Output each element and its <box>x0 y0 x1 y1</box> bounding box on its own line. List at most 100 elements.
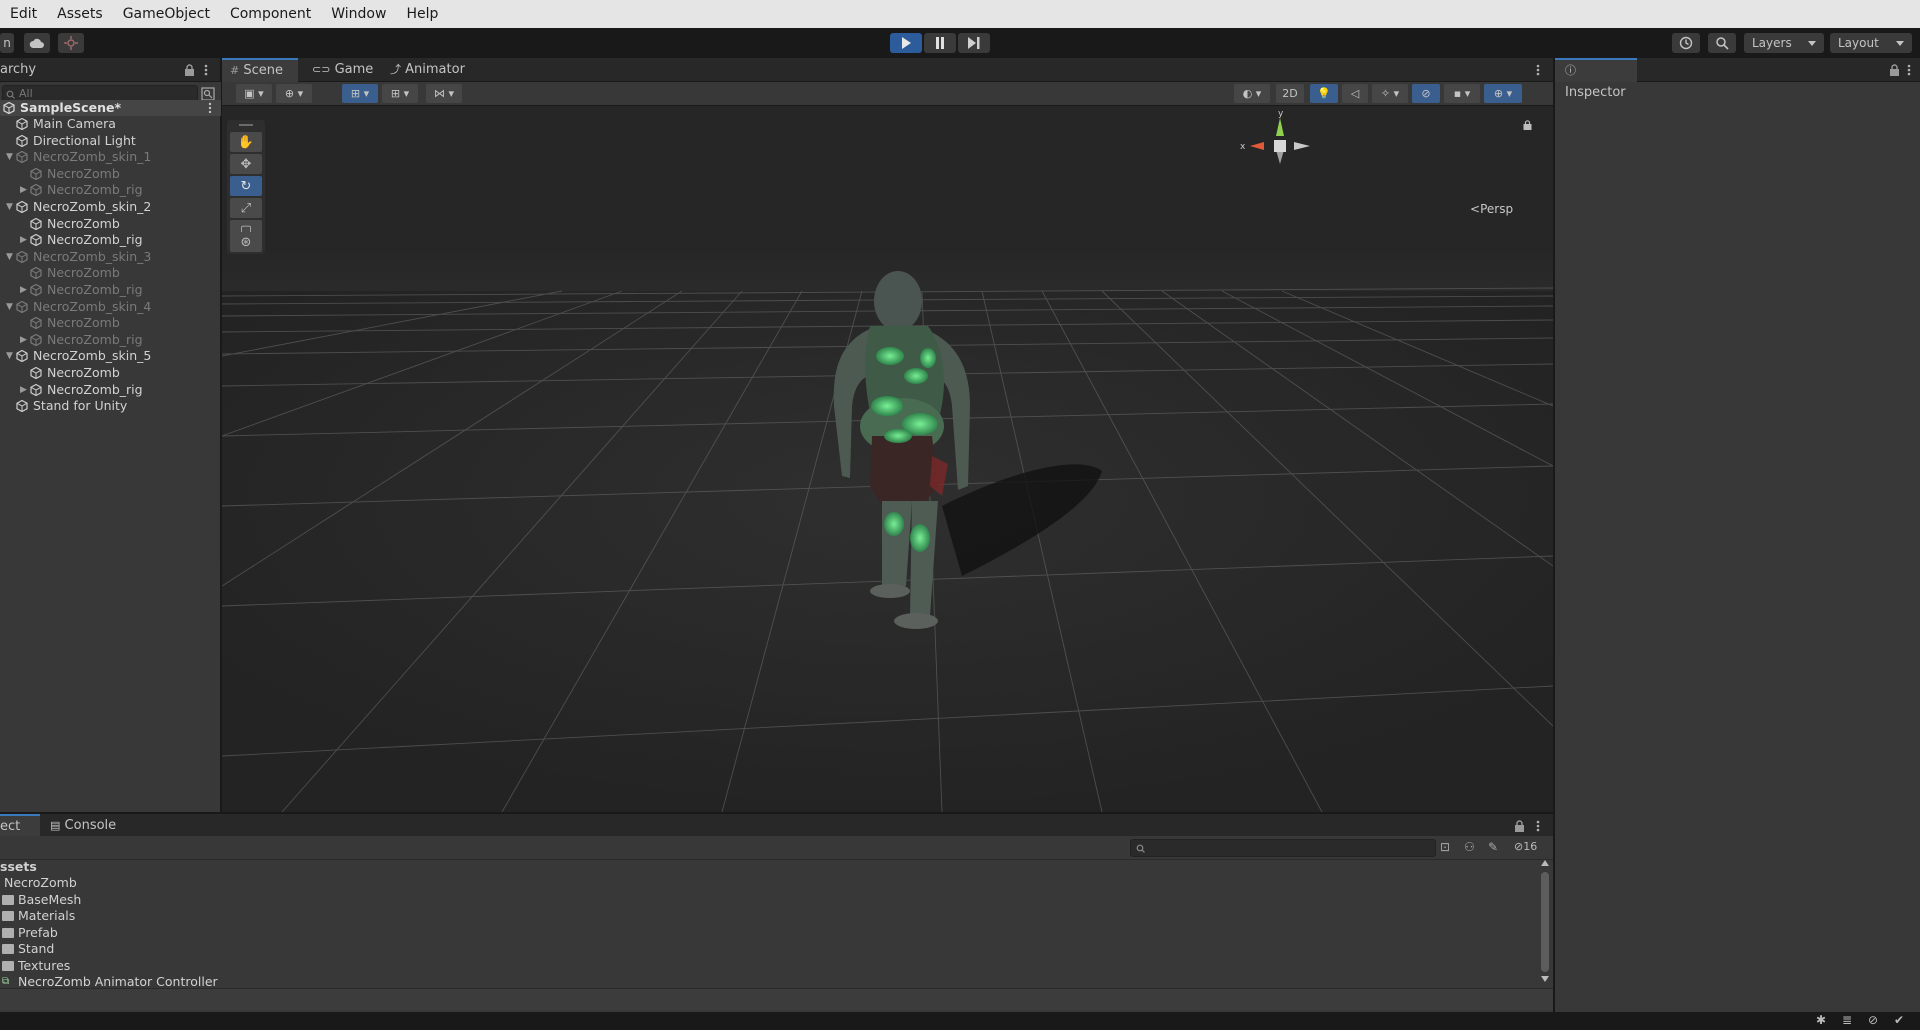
project-scrollbar[interactable] <box>1540 860 1550 984</box>
expand-arrow-icon[interactable]: ▼ <box>6 348 13 364</box>
hierarchy-item[interactable]: ▼ NecroZomb_skin_3 <box>0 249 221 265</box>
hierarchy-item[interactable]: NecroZomb <box>0 265 221 281</box>
scroll-up-icon[interactable] <box>1541 860 1549 866</box>
scene-search-icon[interactable] <box>201 87 215 101</box>
hierarchy-item[interactable]: NecroZomb <box>0 365 221 381</box>
favorite-icon[interactable]: ✎ <box>1488 840 1498 854</box>
expand-arrow-icon[interactable]: ▼ <box>6 249 13 265</box>
hierarchy-item[interactable]: ▶ NecroZomb_rig <box>0 332 221 348</box>
hierarchy-item[interactable]: ▶ NecroZomb_rig <box>0 382 221 398</box>
menu-edit[interactable]: Edit <box>0 0 47 28</box>
hand-tool-button[interactable]: ✋ <box>230 132 262 152</box>
hierarchy-item[interactable]: ▼ NecroZomb_skin_5 <box>0 348 221 364</box>
collapse-arrow-icon[interactable]: ▶ <box>20 282 27 298</box>
menu-gameobject[interactable]: GameObject <box>113 0 220 28</box>
more-icon[interactable] <box>208 102 212 114</box>
lighting-toggle[interactable]: 💡 <box>1310 84 1338 103</box>
collapse-arrow-icon[interactable]: ▶ <box>20 382 27 398</box>
orientation-gizmo[interactable]: y x <box>1232 106 1322 206</box>
lock-icon[interactable] <box>1889 64 1900 76</box>
gizmo-lock-icon[interactable] <box>1523 120 1532 130</box>
hierarchy-item[interactable]: ▶ NecroZomb_rig <box>0 182 221 198</box>
hierarchy-item[interactable]: Directional Light <box>0 133 221 149</box>
gameobject-cube-icon <box>30 167 42 180</box>
tab-inspector[interactable]: ⓘ Inspector <box>1555 58 1637 100</box>
transform-tool-button[interactable]: ⊛ <box>230 232 262 252</box>
collapse-arrow-icon[interactable]: ▶ <box>20 182 27 198</box>
shading-mode-dropdown[interactable]: ◐ ▾ <box>1234 84 1270 103</box>
collapse-arrow-icon[interactable]: ▶ <box>20 232 27 248</box>
tab-game[interactable]: ⊂⊃ Game <box>302 58 383 82</box>
step-button[interactable] <box>958 33 990 53</box>
hierarchy-item[interactable]: ▼ NecroZomb_skin_2 <box>0 199 221 215</box>
projection-toggle[interactable]: <Persp <box>1470 202 1513 216</box>
play-button[interactable] <box>890 33 922 53</box>
rotate-tool-button[interactable]: ↻ <box>230 176 262 196</box>
hidden-objects-toggle[interactable]: ⊘ <box>1412 84 1440 103</box>
hierarchy-item[interactable]: ▼ NecroZomb_skin_4 <box>0 299 221 315</box>
hierarchy-item[interactable]: NecroZomb <box>0 315 221 331</box>
move-tool-button[interactable]: ✥ <box>230 154 262 174</box>
project-search-input[interactable] <box>1130 839 1436 857</box>
layers-dropdown[interactable]: Layers <box>1744 33 1824 53</box>
expand-arrow-icon[interactable]: ▼ <box>6 299 13 315</box>
hierarchy-item[interactable]: Main Camera <box>0 116 221 132</box>
scene-root-row[interactable]: SampleScene* <box>0 100 221 116</box>
tab-scene[interactable]: # Scene <box>222 58 298 82</box>
tab-project[interactable]: ect <box>0 814 40 838</box>
hierarchy-item[interactable]: NecroZomb <box>0 166 221 182</box>
search-by-type-icon[interactable]: ⊡ <box>1440 840 1450 854</box>
more-icon[interactable] <box>204 64 208 76</box>
hierarchy-item[interactable]: NecroZomb <box>0 216 221 232</box>
lock-icon[interactable] <box>184 64 195 76</box>
hierarchy-item[interactable]: Stand for Unity <box>0 398 221 414</box>
more-icon[interactable] <box>1536 820 1540 832</box>
layout-dropdown[interactable]: Layout <box>1830 33 1912 53</box>
collapse-arrow-icon[interactable]: ▶ <box>20 332 27 348</box>
expand-arrow-icon[interactable]: ▼ <box>6 199 13 215</box>
draw-mode-dropdown[interactable]: ▣ ▾ <box>236 84 272 103</box>
search-by-label-icon[interactable]: ⚇ <box>1464 840 1475 854</box>
hierarchy-item[interactable]: ▼ NecroZomb_skin_1 <box>0 149 221 165</box>
collab-button[interactable] <box>58 33 84 53</box>
audio-toggle[interactable]: ◁ <box>1342 84 1368 103</box>
no-tracking-icon[interactable]: ⊘ <box>1868 1013 1878 1027</box>
menu-component[interactable]: Component <box>220 0 321 28</box>
scene-viewport[interactable]: y x <Persp <box>222 106 1553 812</box>
tab-console[interactable]: ▤ Console <box>40 814 126 838</box>
search-button[interactable] <box>1708 33 1736 53</box>
scrollbar-thumb[interactable] <box>1541 872 1549 972</box>
menu-window[interactable]: Window <box>321 0 396 28</box>
more-icon[interactable] <box>1907 64 1911 76</box>
gizmos-dropdown[interactable]: ⊕ ▾ <box>1484 84 1522 103</box>
assets-root[interactable]: ssets <box>0 859 37 875</box>
increment-snap-dropdown[interactable]: ⋈ ▾ <box>426 84 462 103</box>
menu-help[interactable]: Help <box>396 0 448 28</box>
more-icon[interactable] <box>1536 64 1540 76</box>
pause-button[interactable] <box>924 33 956 53</box>
info-icon: ⓘ <box>1565 64 1576 77</box>
expand-arrow-icon[interactable]: ▼ <box>6 149 13 165</box>
effects-dropdown[interactable]: ✧ ▾ <box>1372 84 1408 103</box>
account-dropdown[interactable]: n <box>0 33 14 53</box>
bug-icon[interactable]: ✱ <box>1816 1013 1826 1027</box>
hierarchy-item[interactable]: ▶ NecroZomb_rig <box>0 232 221 248</box>
scale-tool-button[interactable]: ⤢ <box>230 198 262 218</box>
scroll-down-icon[interactable] <box>1541 976 1549 982</box>
tab-hierarchy[interactable]: archy <box>0 58 46 82</box>
camera-dropdown[interactable]: ▪ ▾ <box>1444 84 1480 103</box>
lock-icon[interactable] <box>1514 820 1525 832</box>
grid-visibility-dropdown[interactable]: ⊞ ▾ <box>382 84 418 103</box>
cache-icon[interactable]: ≣ <box>1842 1013 1852 1027</box>
tab-animator[interactable]: ⤴ Animator <box>380 58 475 82</box>
cloud-button[interactable] <box>24 33 50 53</box>
overlay-drag-handle[interactable] <box>239 124 253 126</box>
hidden-packages-toggle[interactable]: ⊘16 <box>1514 840 1537 853</box>
global-local-dropdown[interactable]: ⊕ ▾ <box>276 84 312 103</box>
toggle-2d-button[interactable]: 2D <box>1276 84 1304 103</box>
check-circle-icon[interactable]: ✔ <box>1894 1013 1904 1027</box>
hierarchy-item[interactable]: ▶ NecroZomb_rig <box>0 282 221 298</box>
history-button[interactable] <box>1672 33 1700 53</box>
snap-grid-dropdown[interactable]: ⊞ ▾ <box>342 84 378 103</box>
menu-assets[interactable]: Assets <box>47 0 113 28</box>
